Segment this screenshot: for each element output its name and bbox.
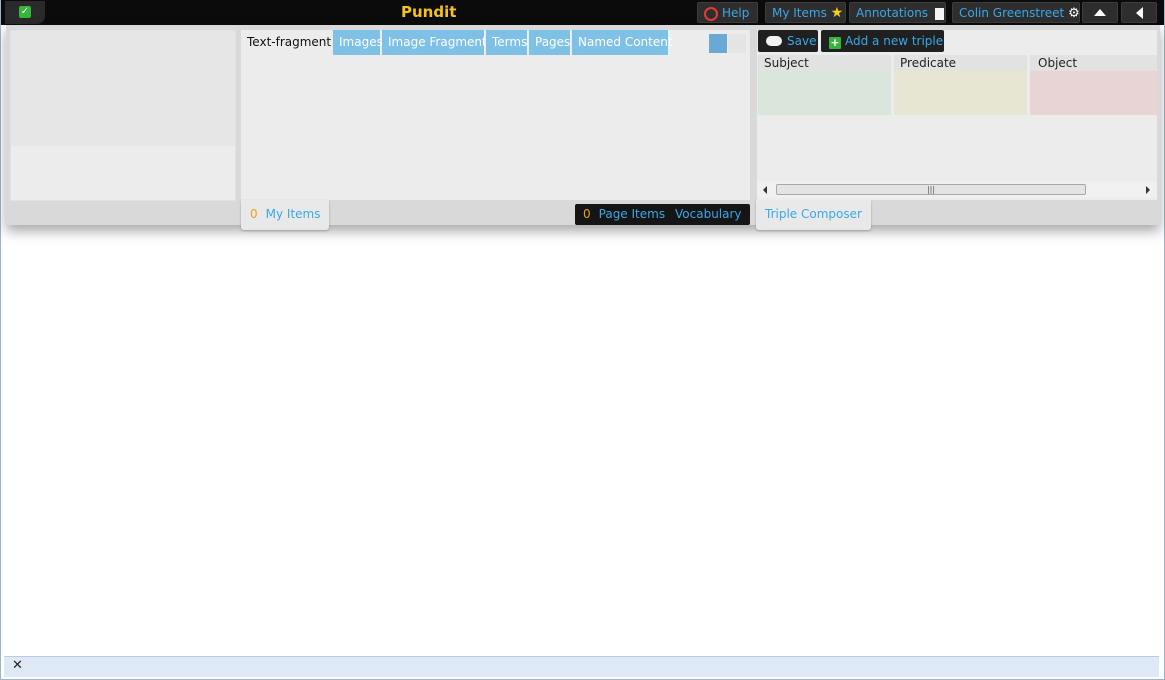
predicate-drop-slot[interactable] [894, 71, 1027, 115]
triple-composer-tab[interactable]: Triple Composer [756, 200, 871, 230]
page-items-tab[interactable]: 0 Page Items [575, 204, 674, 225]
help-label: Help [722, 6, 750, 20]
brand-title: Pundit [401, 3, 457, 21]
save-label: Save [787, 34, 817, 48]
items-panel: Text-fragment Images Image Fragments Ter… [241, 30, 750, 200]
bottom-bar: ✕ [4, 656, 1159, 677]
cloud-icon [766, 36, 782, 46]
collapse-up-button[interactable] [1082, 2, 1118, 23]
close-icon[interactable]: ✕ [12, 658, 23, 673]
tab-images[interactable]: Images [333, 30, 383, 55]
annotations-label: Annotations [856, 6, 929, 20]
plus-icon: + [829, 36, 841, 49]
tab-text-fragment[interactable]: Text-fragment [241, 30, 332, 55]
my-items-tab[interactable]: 0 My Items [241, 200, 330, 230]
tab-named-content[interactable]: Named Content [572, 30, 673, 55]
object-header: Object [1030, 55, 1157, 71]
annotations-button[interactable]: Annotations [849, 2, 946, 23]
collapse-left-button[interactable] [1121, 2, 1157, 23]
document-icon [934, 7, 944, 20]
scrollbar-thumb[interactable]: ||| [776, 184, 1086, 195]
add-triple-label: Add a new triple [845, 34, 944, 48]
grid-view-icon[interactable] [728, 34, 746, 53]
save-button[interactable]: Save [758, 30, 818, 52]
my-items-button[interactable]: My Items ★ [765, 2, 846, 23]
star-icon: ★ [830, 5, 844, 21]
list-view-icon[interactable] [709, 34, 727, 53]
triple-composer-panel: Save + Add a new triple Subject Predicate… [757, 30, 1157, 200]
page-items-count: 0 [583, 207, 591, 221]
object-drop-slot[interactable] [1030, 71, 1157, 115]
preview-content [11, 31, 235, 146]
pundit-toggle-button[interactable]: ✓ [5, 1, 45, 24]
tab-terms[interactable]: Terms [486, 30, 528, 55]
page-items-tab-label: Page Items [598, 207, 666, 221]
subject-header: Subject [758, 55, 891, 71]
pundit-dashboard: Text-fragment Images Image Fragments Ter… [6, 25, 1160, 230]
checkbox-icon: ✓ [19, 6, 31, 18]
preview-panel [10, 30, 236, 201]
pundit-toolbar: ✓ Pundit Help My Items ★ Annotations Col… [1, 0, 1164, 25]
horizontal-scrollbar[interactable]: ||| [757, 182, 1157, 198]
view-toggle [709, 34, 747, 53]
tab-pages[interactable]: Pages [529, 30, 571, 55]
arrow-left-icon [1136, 7, 1143, 19]
my-items-count: 0 [250, 207, 258, 221]
vocabulary-tab[interactable]: Vocabulary [667, 204, 750, 225]
subject-drop-slot[interactable] [758, 71, 891, 115]
user-label: Colin Greenstreet [959, 6, 1065, 20]
tab-image-fragments[interactable]: Image Fragments [382, 30, 493, 55]
scroll-left-icon[interactable] [763, 186, 767, 194]
predicate-header: Predicate [894, 55, 1027, 71]
user-button[interactable]: Colin Greenstreet ⚙ [952, 2, 1080, 23]
my-items-label: My Items [772, 6, 827, 20]
scroll-right-icon[interactable] [1146, 186, 1150, 194]
lifebuoy-icon [704, 6, 718, 21]
my-items-tab-label: My Items [265, 207, 321, 221]
add-triple-button[interactable]: + Add a new triple [821, 30, 944, 52]
arrow-up-icon [1094, 9, 1106, 16]
gear-icon: ⚙ [1068, 6, 1080, 21]
help-button[interactable]: Help [697, 2, 758, 23]
